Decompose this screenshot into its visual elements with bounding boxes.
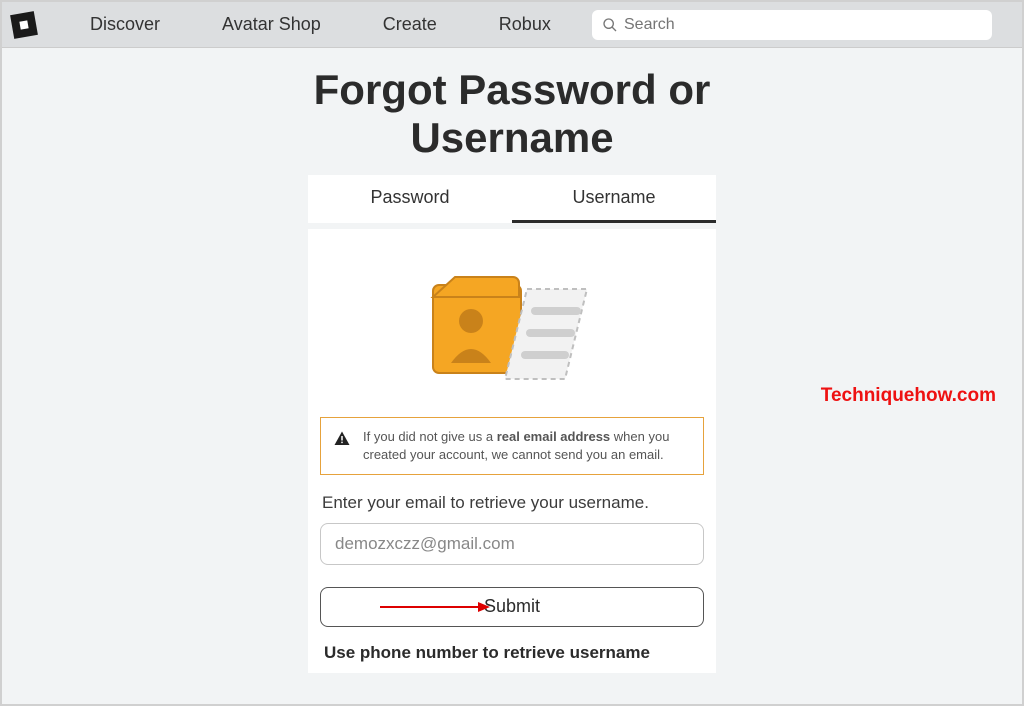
panel: If you did not give us a real email addr…: [308, 229, 716, 673]
warning-alert: If you did not give us a real email addr…: [320, 417, 704, 475]
search-input[interactable]: [624, 16, 982, 34]
watermark-text: Techniquehow.com: [821, 385, 996, 407]
email-field[interactable]: [320, 523, 704, 565]
tab-password[interactable]: Password: [308, 175, 512, 223]
use-phone-link[interactable]: Use phone number to retrieve username: [324, 643, 700, 663]
tab-username[interactable]: Username: [512, 175, 716, 223]
submit-button[interactable]: Submit: [320, 587, 704, 627]
search-box[interactable]: [592, 10, 992, 40]
warning-text: If you did not give us a real email addr…: [363, 428, 691, 464]
top-nav: Discover Avatar Shop Create Robux: [2, 2, 1022, 48]
warning-icon: [333, 430, 351, 448]
id-card-illustration: [320, 247, 704, 417]
tabs: Password Username: [308, 175, 716, 223]
forgot-card: Password Username: [308, 175, 716, 673]
nav-robux[interactable]: Robux: [471, 14, 579, 35]
search-icon: [602, 17, 618, 33]
page-title: Forgot Password or Username: [212, 66, 812, 163]
nav-create[interactable]: Create: [355, 14, 465, 35]
instruction-text: Enter your email to retrieve your userna…: [322, 493, 702, 513]
logo-icon[interactable]: [10, 11, 38, 39]
nav-discover[interactable]: Discover: [62, 14, 188, 35]
nav-avatar-shop[interactable]: Avatar Shop: [194, 14, 349, 35]
